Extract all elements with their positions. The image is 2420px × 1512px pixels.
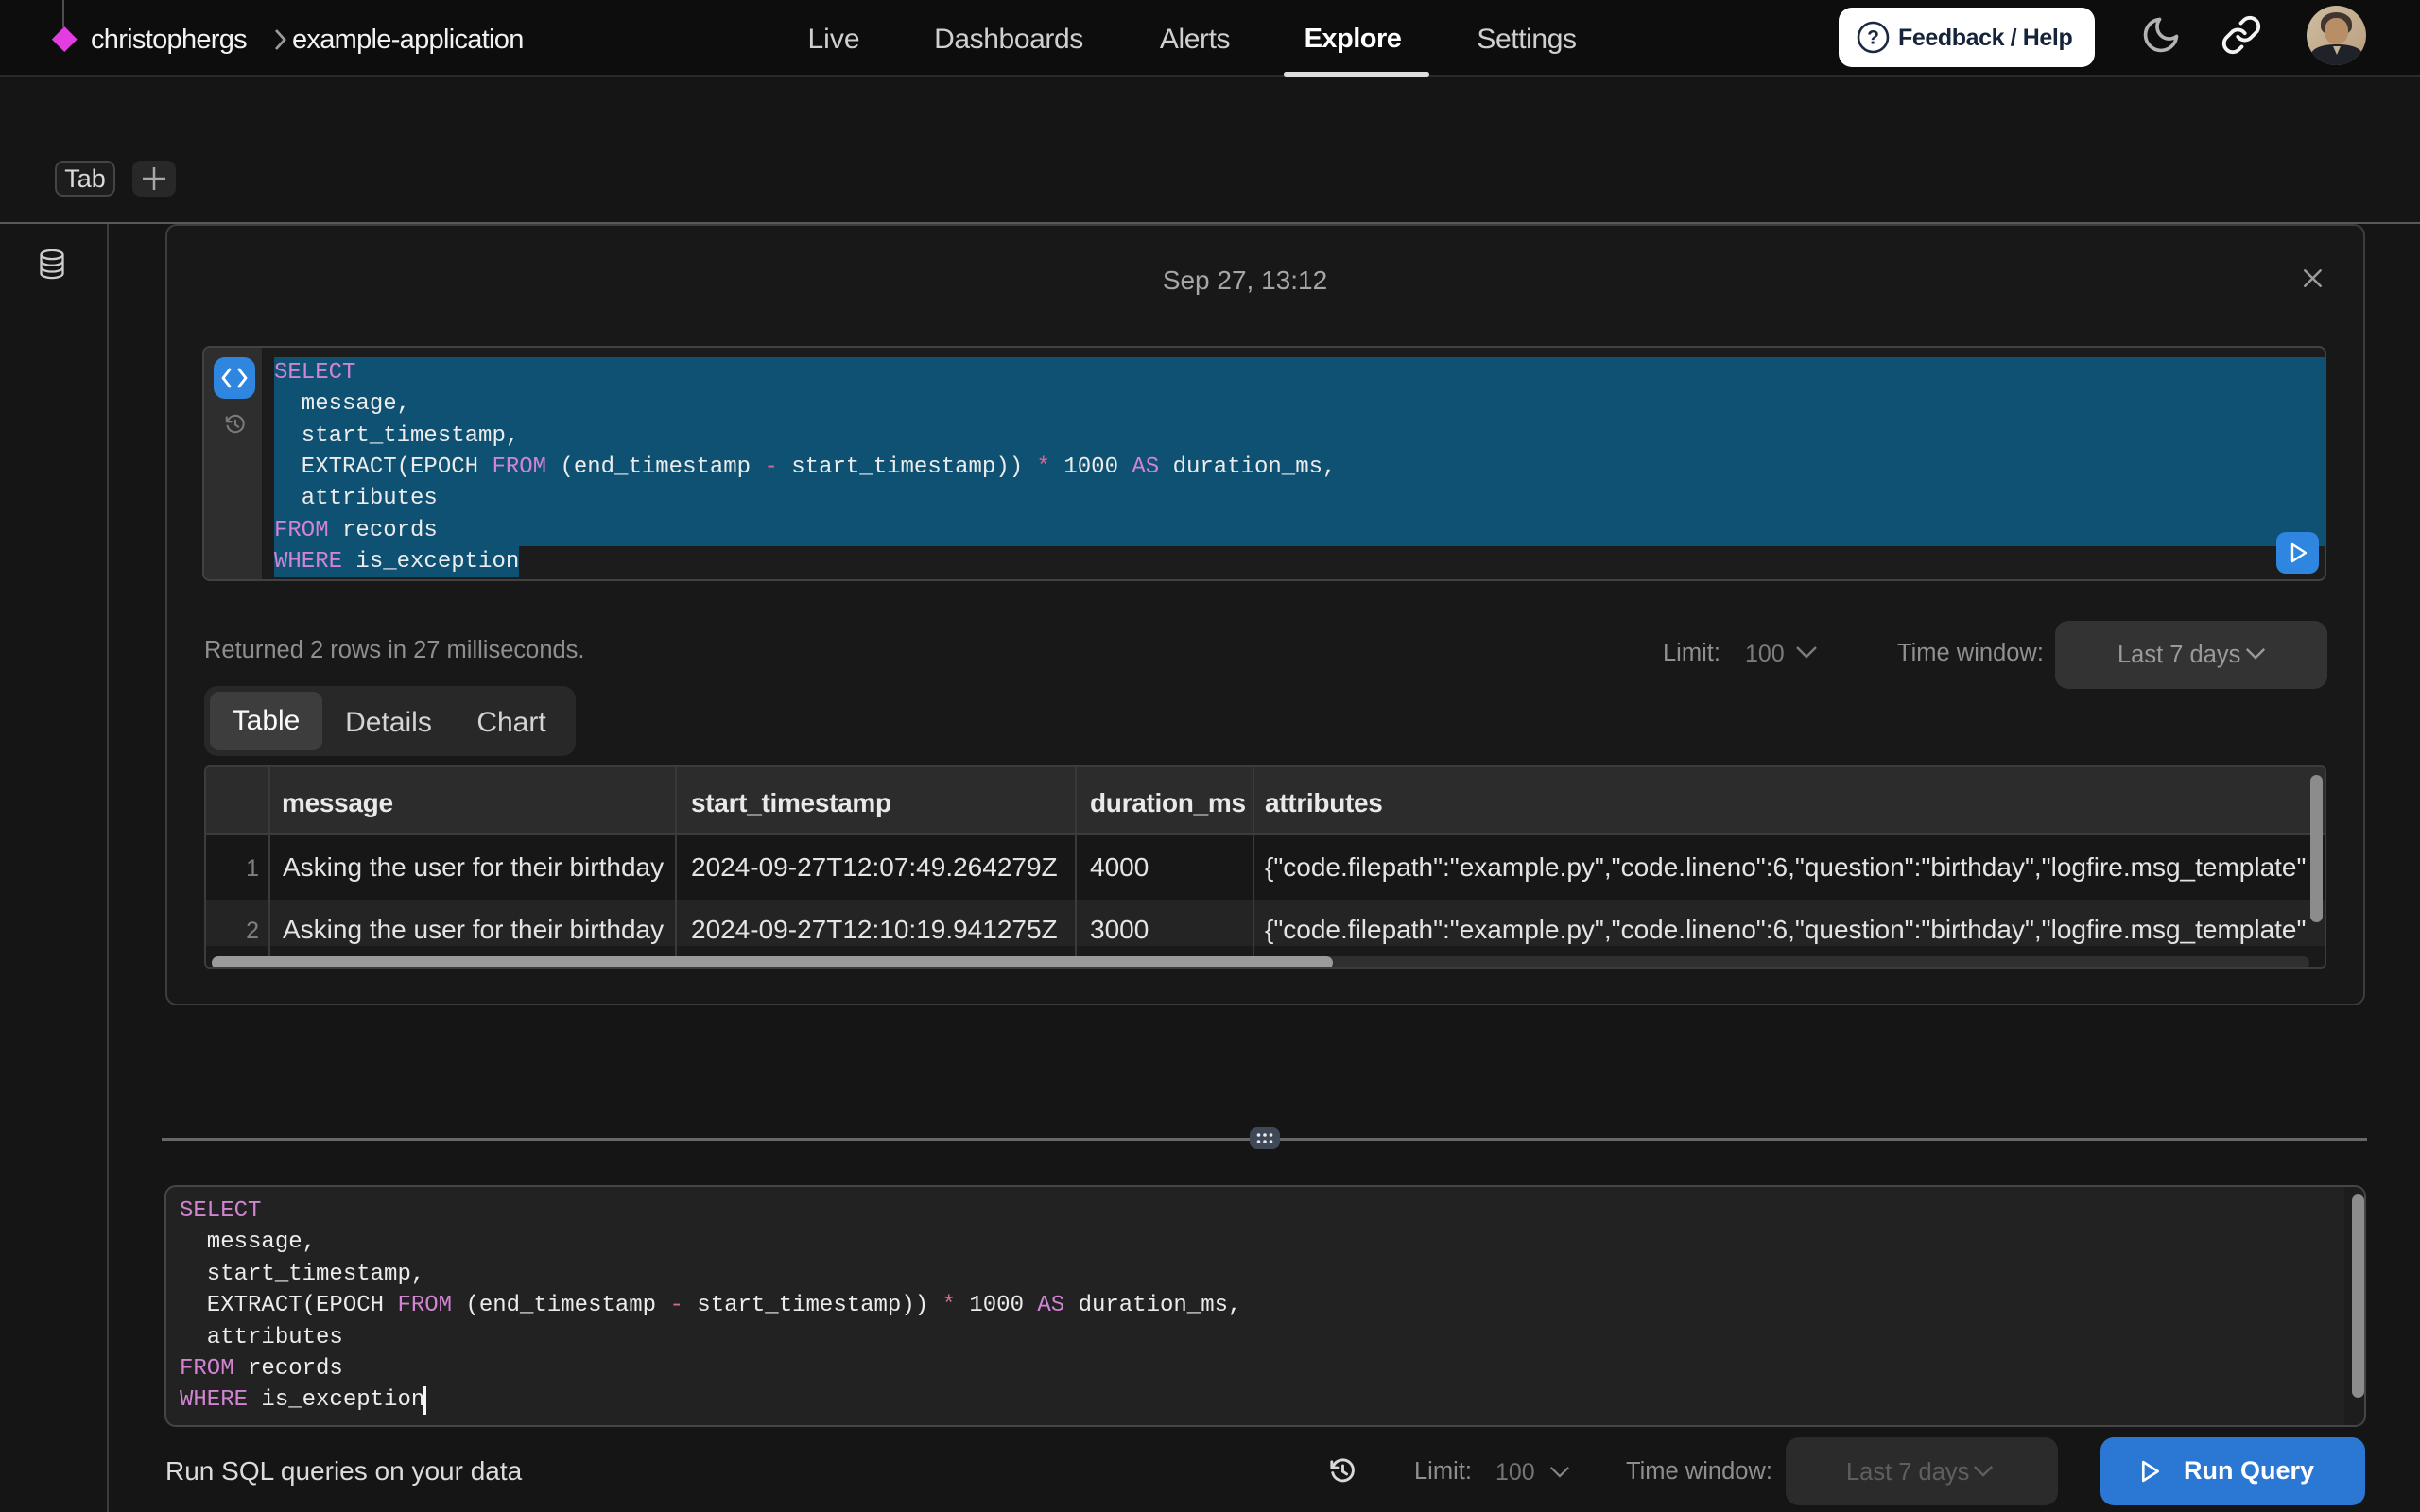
svg-text:?: ? bbox=[1867, 27, 1879, 49]
